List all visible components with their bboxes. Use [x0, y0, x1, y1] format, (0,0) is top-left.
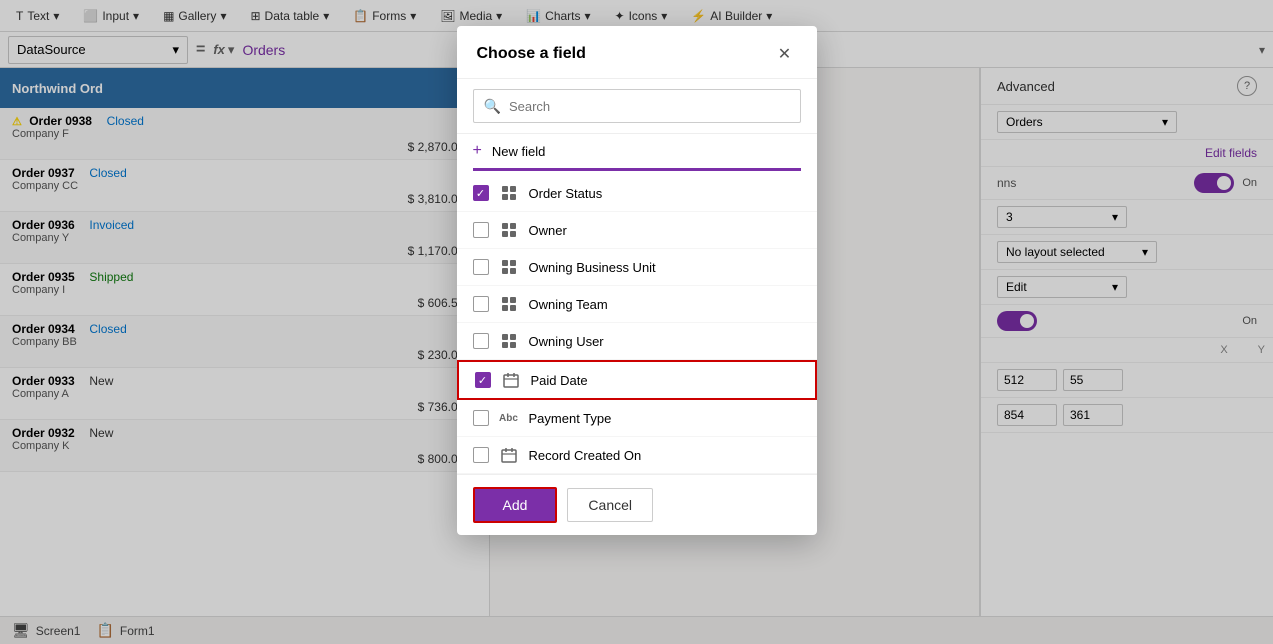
field-row-record-created-on[interactable]: Record Created On: [457, 437, 817, 474]
field-name-5: Paid Date: [531, 373, 799, 388]
field-row-owning-team[interactable]: Owning Team: [457, 286, 817, 323]
separator-line: [473, 168, 801, 171]
grid-type-icon: [499, 331, 519, 351]
calendar-type-icon: [499, 445, 519, 465]
abc-type-icon: Abc: [499, 408, 519, 428]
field-checkbox-1[interactable]: [473, 222, 489, 238]
new-field-row[interactable]: + New field: [457, 134, 817, 168]
field-row-payment-type[interactable]: Abc Payment Type: [457, 400, 817, 437]
new-field-plus-icon: +: [473, 142, 482, 160]
field-name-7: Record Created On: [529, 448, 801, 463]
cancel-button[interactable]: Cancel: [567, 488, 653, 522]
field-checkbox-7[interactable]: [473, 447, 489, 463]
field-name-3: Owning Team: [529, 297, 801, 312]
modal-overlay: Choose a field ✕ 🔍 + New field Order Sta…: [0, 0, 1273, 644]
modal-body: + New field Order Status Owner Owning Bu…: [457, 134, 817, 474]
grid-type-icon: [499, 220, 519, 240]
add-button[interactable]: Add: [473, 487, 558, 523]
field-checkbox-2[interactable]: [473, 259, 489, 275]
field-row-owning-user[interactable]: Owning User: [457, 323, 817, 360]
field-checkbox-4[interactable]: [473, 333, 489, 349]
field-row-owner[interactable]: Owner: [457, 212, 817, 249]
choose-field-modal: Choose a field ✕ 🔍 + New field Order Sta…: [457, 26, 817, 535]
new-field-label: New field: [492, 144, 801, 159]
calendar-type-icon: [501, 370, 521, 390]
search-box: 🔍: [473, 89, 801, 123]
grid-type-icon: [499, 294, 519, 314]
modal-footer: Add Cancel: [457, 474, 817, 535]
search-input[interactable]: [509, 99, 790, 114]
field-row-owning-business-unit[interactable]: Owning Business Unit: [457, 249, 817, 286]
field-checkbox-0[interactable]: [473, 185, 489, 201]
search-icon: 🔍: [484, 98, 501, 115]
field-row-paid-date[interactable]: Paid Date: [457, 360, 817, 400]
modal-header: Choose a field ✕: [457, 26, 817, 79]
field-name-2: Owning Business Unit: [529, 260, 801, 275]
field-name-6: Payment Type: [529, 411, 801, 426]
field-checkbox-6[interactable]: [473, 410, 489, 426]
field-checkbox-3[interactable]: [473, 296, 489, 312]
field-name-1: Owner: [529, 223, 801, 238]
modal-search-area: 🔍: [457, 79, 817, 134]
field-row-order-status[interactable]: Order Status: [457, 175, 817, 212]
field-checkbox-5[interactable]: [475, 372, 491, 388]
grid-type-icon: [499, 257, 519, 277]
modal-close-button[interactable]: ✕: [773, 42, 797, 66]
modal-title: Choose a field: [477, 45, 586, 63]
field-name-4: Owning User: [529, 334, 801, 349]
field-name-0: Order Status: [529, 186, 801, 201]
grid-type-icon: [499, 183, 519, 203]
